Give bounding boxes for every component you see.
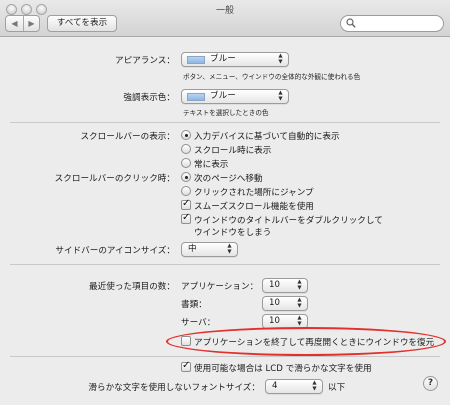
sidebar-icon-size-label: サイドバーのアイコンサイズ： [55,246,175,256]
scrollbar-click-label: スクロールバーのクリック時： [54,174,175,184]
recent-documents-value: 10 [269,298,280,308]
popup-arrows-icon: ▲ ▼ [297,315,302,327]
font-smoothing-value: 4 [272,381,278,391]
highlight-color-swatch [187,93,205,101]
scrollbar-show-always-radio[interactable] [181,158,191,168]
sidebar-icon-size-value: 中 [188,244,197,254]
sidebar-icon-size-popup[interactable]: 中 ▲ ▼ [181,242,238,257]
section-divider [10,356,440,357]
recent-documents-label: 書類： [181,300,207,310]
back-button[interactable]: ◀ [6,16,23,31]
double-click-minimize-label-line2: ウインドウをしまう [194,228,272,238]
highlight-color-value: ブルー [210,91,236,101]
recent-items-label: 最近使った項目の数： [89,282,175,292]
highlight-color-description: テキストを選択したときの色 [183,109,269,117]
appearance-color-swatch [187,56,205,64]
recent-apps-label: アプリケーション： [181,282,259,292]
popup-arrows-icon: ▲ ▼ [297,297,302,309]
recent-apps-popup[interactable]: 10 ▲ ▼ [262,278,308,293]
appearance-value: ブルー [210,54,236,64]
font-smoothing-suffix: 以下 [328,383,346,393]
search-icon [346,18,356,28]
preferences-window: 一般 ◀ ▶ すべてを表示 アピアランス： ブルー ▲ ▼ ボタン、メニュー、ウイ… [0,0,450,405]
lcd-smoothing-checkbox[interactable] [181,360,191,372]
scrollbar-show-label: スクロールバーの表示： [80,132,175,142]
highlight-color-label: 強調表示色： [123,93,175,103]
scrollbar-show-auto-label: 入力デバイスに基づいて自動的に表示 [194,132,340,142]
popup-arrows-icon: ▲ ▼ [278,90,283,102]
back-forward-group: ◀ ▶ [5,15,40,32]
section-divider [10,264,440,265]
scrollbar-click-jump-label: クリックされた場所にジャンプ [194,188,314,198]
title-bar: 一般 ◀ ▶ すべてを表示 [0,0,450,37]
lcd-smoothing-label: 使用可能な場合は LCD で滑らかな文字を使用 [194,364,372,374]
help-button[interactable]: ? [423,376,438,391]
popup-arrows-icon: ▲ ▼ [297,279,302,291]
scrollbar-click-next-page-label: 次のページへ移動 [194,174,263,184]
popup-arrows-icon: ▲ ▼ [278,53,283,65]
annotation-highlight-ring [166,327,446,356]
show-all-button[interactable]: すべてを表示 [47,15,117,32]
scrollbar-show-scrolling-label: スクロール時に表示 [194,146,272,156]
smooth-scroll-label: スムーズスクロール機能を使用 [194,202,314,212]
double-click-minimize-label-line1: ウインドウのタイトルバーをダブルクリックして [194,216,383,226]
section-divider [10,122,440,123]
recent-documents-popup[interactable]: 10 ▲ ▼ [262,296,308,311]
recent-servers-label: サーバ： [181,318,216,328]
appearance-popup[interactable]: ブルー ▲ ▼ [181,52,289,67]
scrollbar-show-auto-radio[interactable] [181,130,191,140]
popup-arrows-icon: ▲ ▼ [227,243,232,255]
recent-servers-value: 10 [269,316,280,326]
font-smoothing-popup[interactable]: 4 ▲ ▼ [265,379,323,394]
popup-arrows-icon: ▲ ▼ [312,380,317,392]
forward-button[interactable]: ▶ [23,16,40,31]
scrollbar-show-always-label: 常に表示 [194,160,229,170]
search-field[interactable] [340,15,444,32]
scrollbar-show-scrolling-radio[interactable] [181,144,191,154]
scrollbar-click-jump-radio[interactable] [181,186,191,196]
scrollbar-click-next-page-radio[interactable] [181,172,191,182]
font-smoothing-label: 滑らかな文字を使用しないフォントサイズ： [88,383,260,393]
appearance-description: ボタン、メニュー、ウインドウの全体的な外観に使われる色 [183,73,361,81]
smooth-scroll-checkbox[interactable] [181,198,191,210]
appearance-label: アピアランス： [115,56,175,66]
double-click-minimize-checkbox[interactable] [181,212,191,224]
highlight-color-popup[interactable]: ブルー ▲ ▼ [181,89,289,104]
recent-apps-value: 10 [269,280,280,290]
